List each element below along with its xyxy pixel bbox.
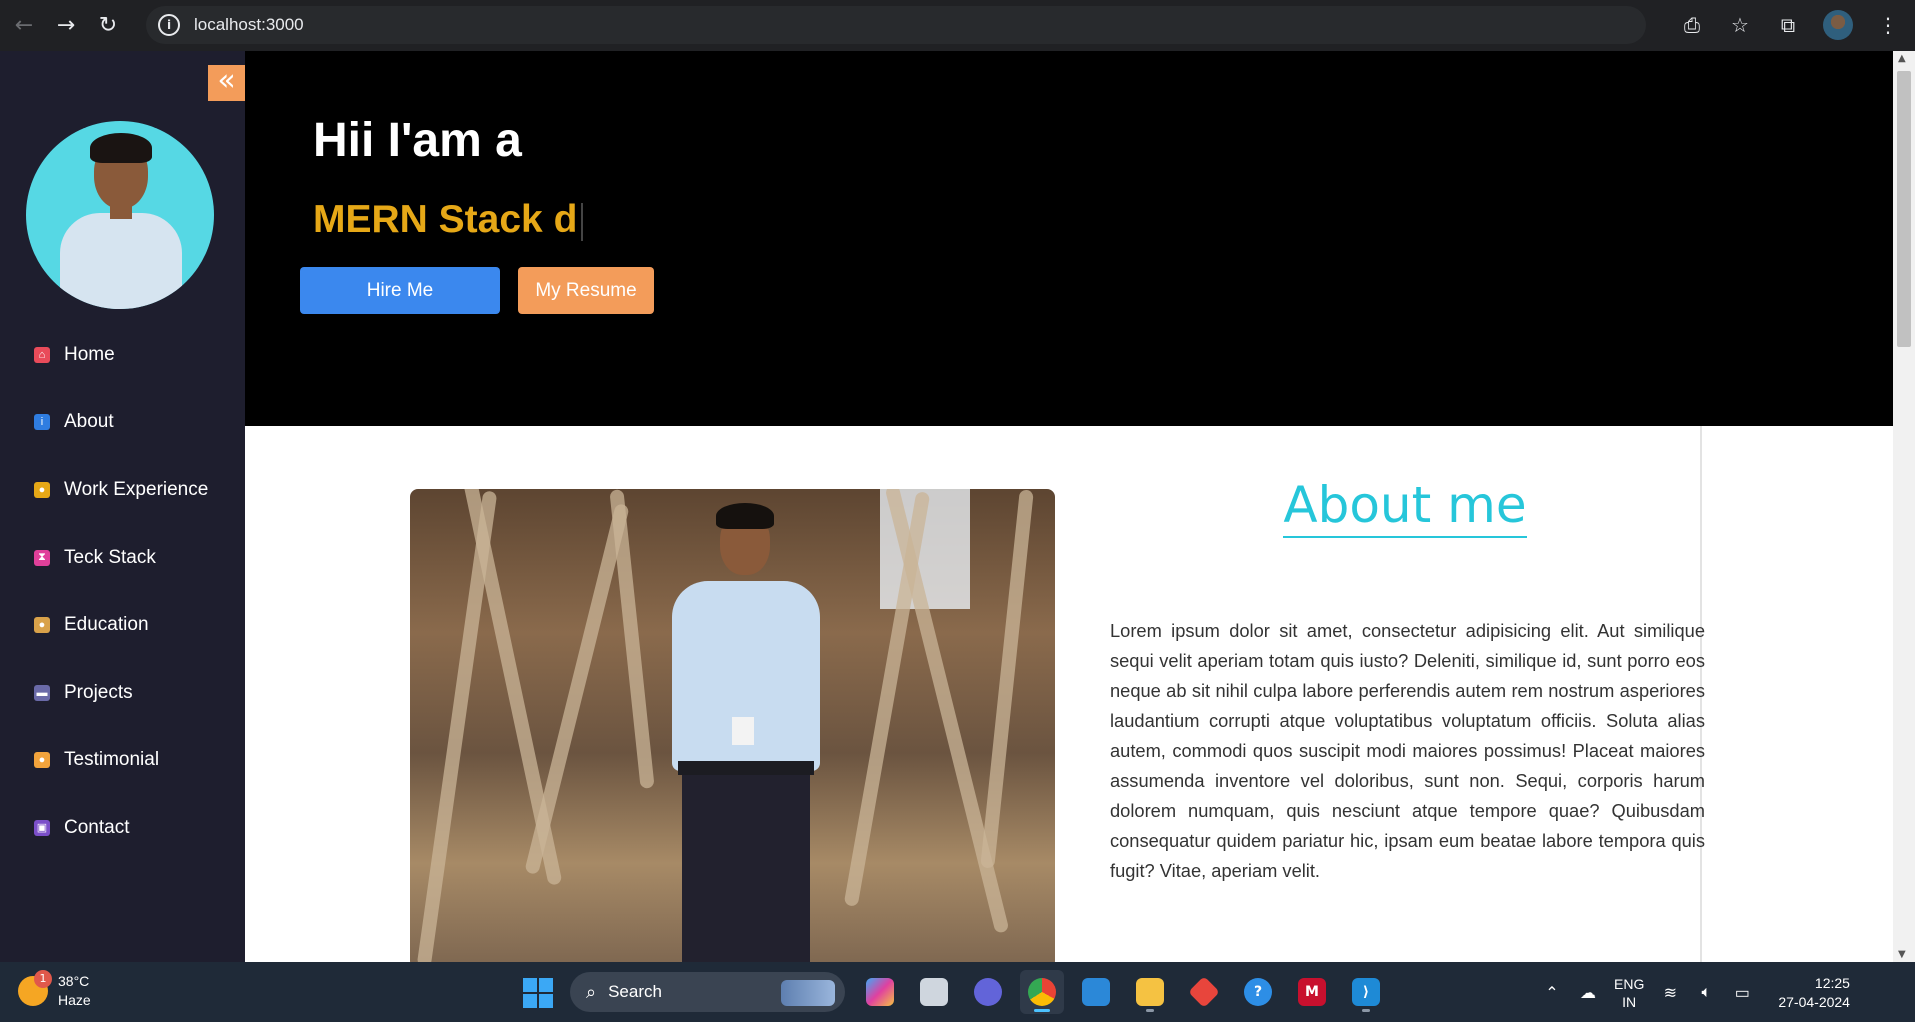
about-photo (410, 489, 1055, 969)
info-icon: i (34, 414, 50, 431)
url-text[interactable]: localhost:3000 (194, 15, 304, 35)
hero-section: Hii I'am a MERN Stack d Hire Me My Resum… (245, 51, 1893, 426)
meet-icon[interactable] (966, 970, 1010, 1014)
people-icon: ● (34, 752, 50, 769)
sidebar-item-label: Home (64, 343, 115, 365)
sidebar-item-education[interactable]: ● Education (0, 591, 245, 659)
collapse-sidebar-button[interactable]: « (208, 65, 245, 101)
battery-icon[interactable]: ▭ (1732, 983, 1752, 1003)
sidebar-item-label: Work Experience (64, 478, 209, 500)
sidebar: « ⌂ Home i About ● Work Experience ⧗ Tec… (0, 51, 245, 962)
volume-icon[interactable]: 🔈︎ (1696, 984, 1716, 1002)
sidebar-item-label: Education (64, 614, 149, 636)
typing-cursor (581, 202, 584, 241)
address-bar[interactable]: i localhost:3000 (146, 6, 1646, 44)
sidebar-item-label: Contact (64, 816, 130, 838)
sidebar-item-tech-stack[interactable]: ⧗ Teck Stack (0, 524, 245, 592)
chevron-up-icon[interactable]: ⌃ (1542, 983, 1562, 1003)
windows-start-icon[interactable] (523, 978, 553, 1008)
profile-avatar-photo (26, 121, 214, 309)
worker-icon: ● (34, 481, 50, 498)
sidebar-item-label: Teck Stack (64, 546, 156, 568)
profile-avatar[interactable] (1823, 10, 1853, 40)
language-top: ENG (1614, 976, 1645, 992)
about-description: Lorem ipsum dolor sit amet, consectetur … (1110, 620, 1705, 881)
language-indicator[interactable]: ENG IN (1614, 975, 1644, 1011)
home-icon: ⌂ (34, 346, 50, 363)
about-content: About me Lorem ipsum dolor sit amet, con… (1110, 426, 1705, 962)
sidebar-item-about[interactable]: i About (0, 389, 245, 457)
store-icon[interactable] (1074, 970, 1118, 1014)
clock-date: 27-04-2024 (1778, 994, 1850, 1010)
menu-kebab-icon[interactable]: ⋮ (1875, 8, 1901, 42)
notification-badge: 1 (34, 970, 52, 988)
sidebar-item-testimonial[interactable]: ● Testimonial (0, 727, 245, 795)
clock[interactable]: 12:25 27-04-2024 (1778, 974, 1850, 1012)
search-icon: ⌕ (586, 981, 597, 1003)
hire-me-button[interactable]: Hire Me (300, 267, 500, 314)
mcafee-icon[interactable]: M (1290, 970, 1334, 1014)
weather-widget[interactable]: 1 38°C Haze (18, 970, 91, 1010)
scroll-down-icon[interactable]: ▼ (1898, 949, 1906, 960)
typed-role-value: MERN Stack d (313, 198, 578, 241)
contact-card-icon: ▣ (34, 819, 50, 836)
git-icon[interactable] (1182, 970, 1226, 1014)
sidebar-item-label: Projects (64, 681, 133, 703)
gamepad-icon: ▬ (34, 684, 50, 701)
scrollbar-thumb[interactable] (1897, 71, 1911, 347)
typed-role-text: MERN Stack d (313, 198, 584, 242)
clock-time: 12:25 (1814, 975, 1850, 991)
sidebar-item-label: About (64, 411, 114, 433)
taskbar-search[interactable]: ⌕ Search (570, 972, 845, 1012)
hourglass-icon: ⧗ (34, 549, 50, 566)
site-info-icon[interactable]: i (158, 14, 180, 36)
cloud-offline-icon[interactable]: ☁ (1578, 983, 1598, 1003)
sidebar-item-projects[interactable]: ▬ Projects (0, 659, 245, 727)
about-section: About me Lorem ipsum dolor sit amet, con… (245, 426, 1893, 969)
chrome-icon[interactable] (1020, 970, 1064, 1014)
sidebar-item-work-experience[interactable]: ● Work Experience (0, 456, 245, 524)
language-bottom: IN (1622, 994, 1637, 1010)
search-label: Search (608, 982, 662, 1001)
page-scrollbar[interactable]: ▲ ▼ (1893, 51, 1915, 962)
install-app-icon[interactable]: ⎙ (1679, 8, 1705, 42)
wifi-icon[interactable]: ≋ (1660, 983, 1680, 1003)
sidebar-item-contact[interactable]: ▣ Contact (0, 794, 245, 862)
student-icon: ● (34, 617, 50, 634)
vscode-icon[interactable]: ⟩ (1344, 970, 1388, 1014)
windows-taskbar: 1 38°C Haze ⌕ Search ? M ⟩ ⌃ ☁ ENG IN ≋ … (0, 962, 1915, 1022)
weather-condition: Haze (58, 992, 91, 1008)
search-highlight-icon (781, 980, 835, 1006)
sidebar-nav: ⌂ Home i About ● Work Experience ⧗ Teck … (0, 321, 245, 862)
my-resume-button[interactable]: My Resume (518, 267, 654, 314)
system-tray: ⌃ ☁ ENG IN ≋ 🔈︎ ▭ 12:25 27-04-2024 (1542, 974, 1850, 1012)
file-explorer-icon[interactable] (1128, 970, 1172, 1014)
weather-sun-icon: 1 (18, 970, 52, 1006)
copilot-icon[interactable] (858, 970, 902, 1014)
scroll-up-icon[interactable]: ▲ (1898, 53, 1906, 64)
hero-greeting: Hii I'am a (313, 114, 522, 167)
sidebar-item-label: Testimonial (64, 749, 160, 771)
help-icon[interactable]: ? (1236, 970, 1280, 1014)
about-title: About me (1283, 476, 1527, 538)
sidebar-item-home[interactable]: ⌂ Home (0, 321, 245, 389)
back-arrow-icon[interactable]: ← (6, 8, 42, 44)
extensions-icon[interactable]: ⧉ (1775, 8, 1801, 42)
temperature: 38°C (58, 973, 90, 989)
browser-toolbar: ← → ↻ i localhost:3000 ⎙ ☆ ⧉ ⋮ (0, 0, 1915, 51)
bookmark-star-icon[interactable]: ☆ (1727, 8, 1753, 42)
reload-icon[interactable]: ↻ (90, 8, 126, 44)
forward-arrow-icon[interactable]: → (48, 8, 84, 44)
task-view-icon[interactable] (912, 970, 956, 1014)
